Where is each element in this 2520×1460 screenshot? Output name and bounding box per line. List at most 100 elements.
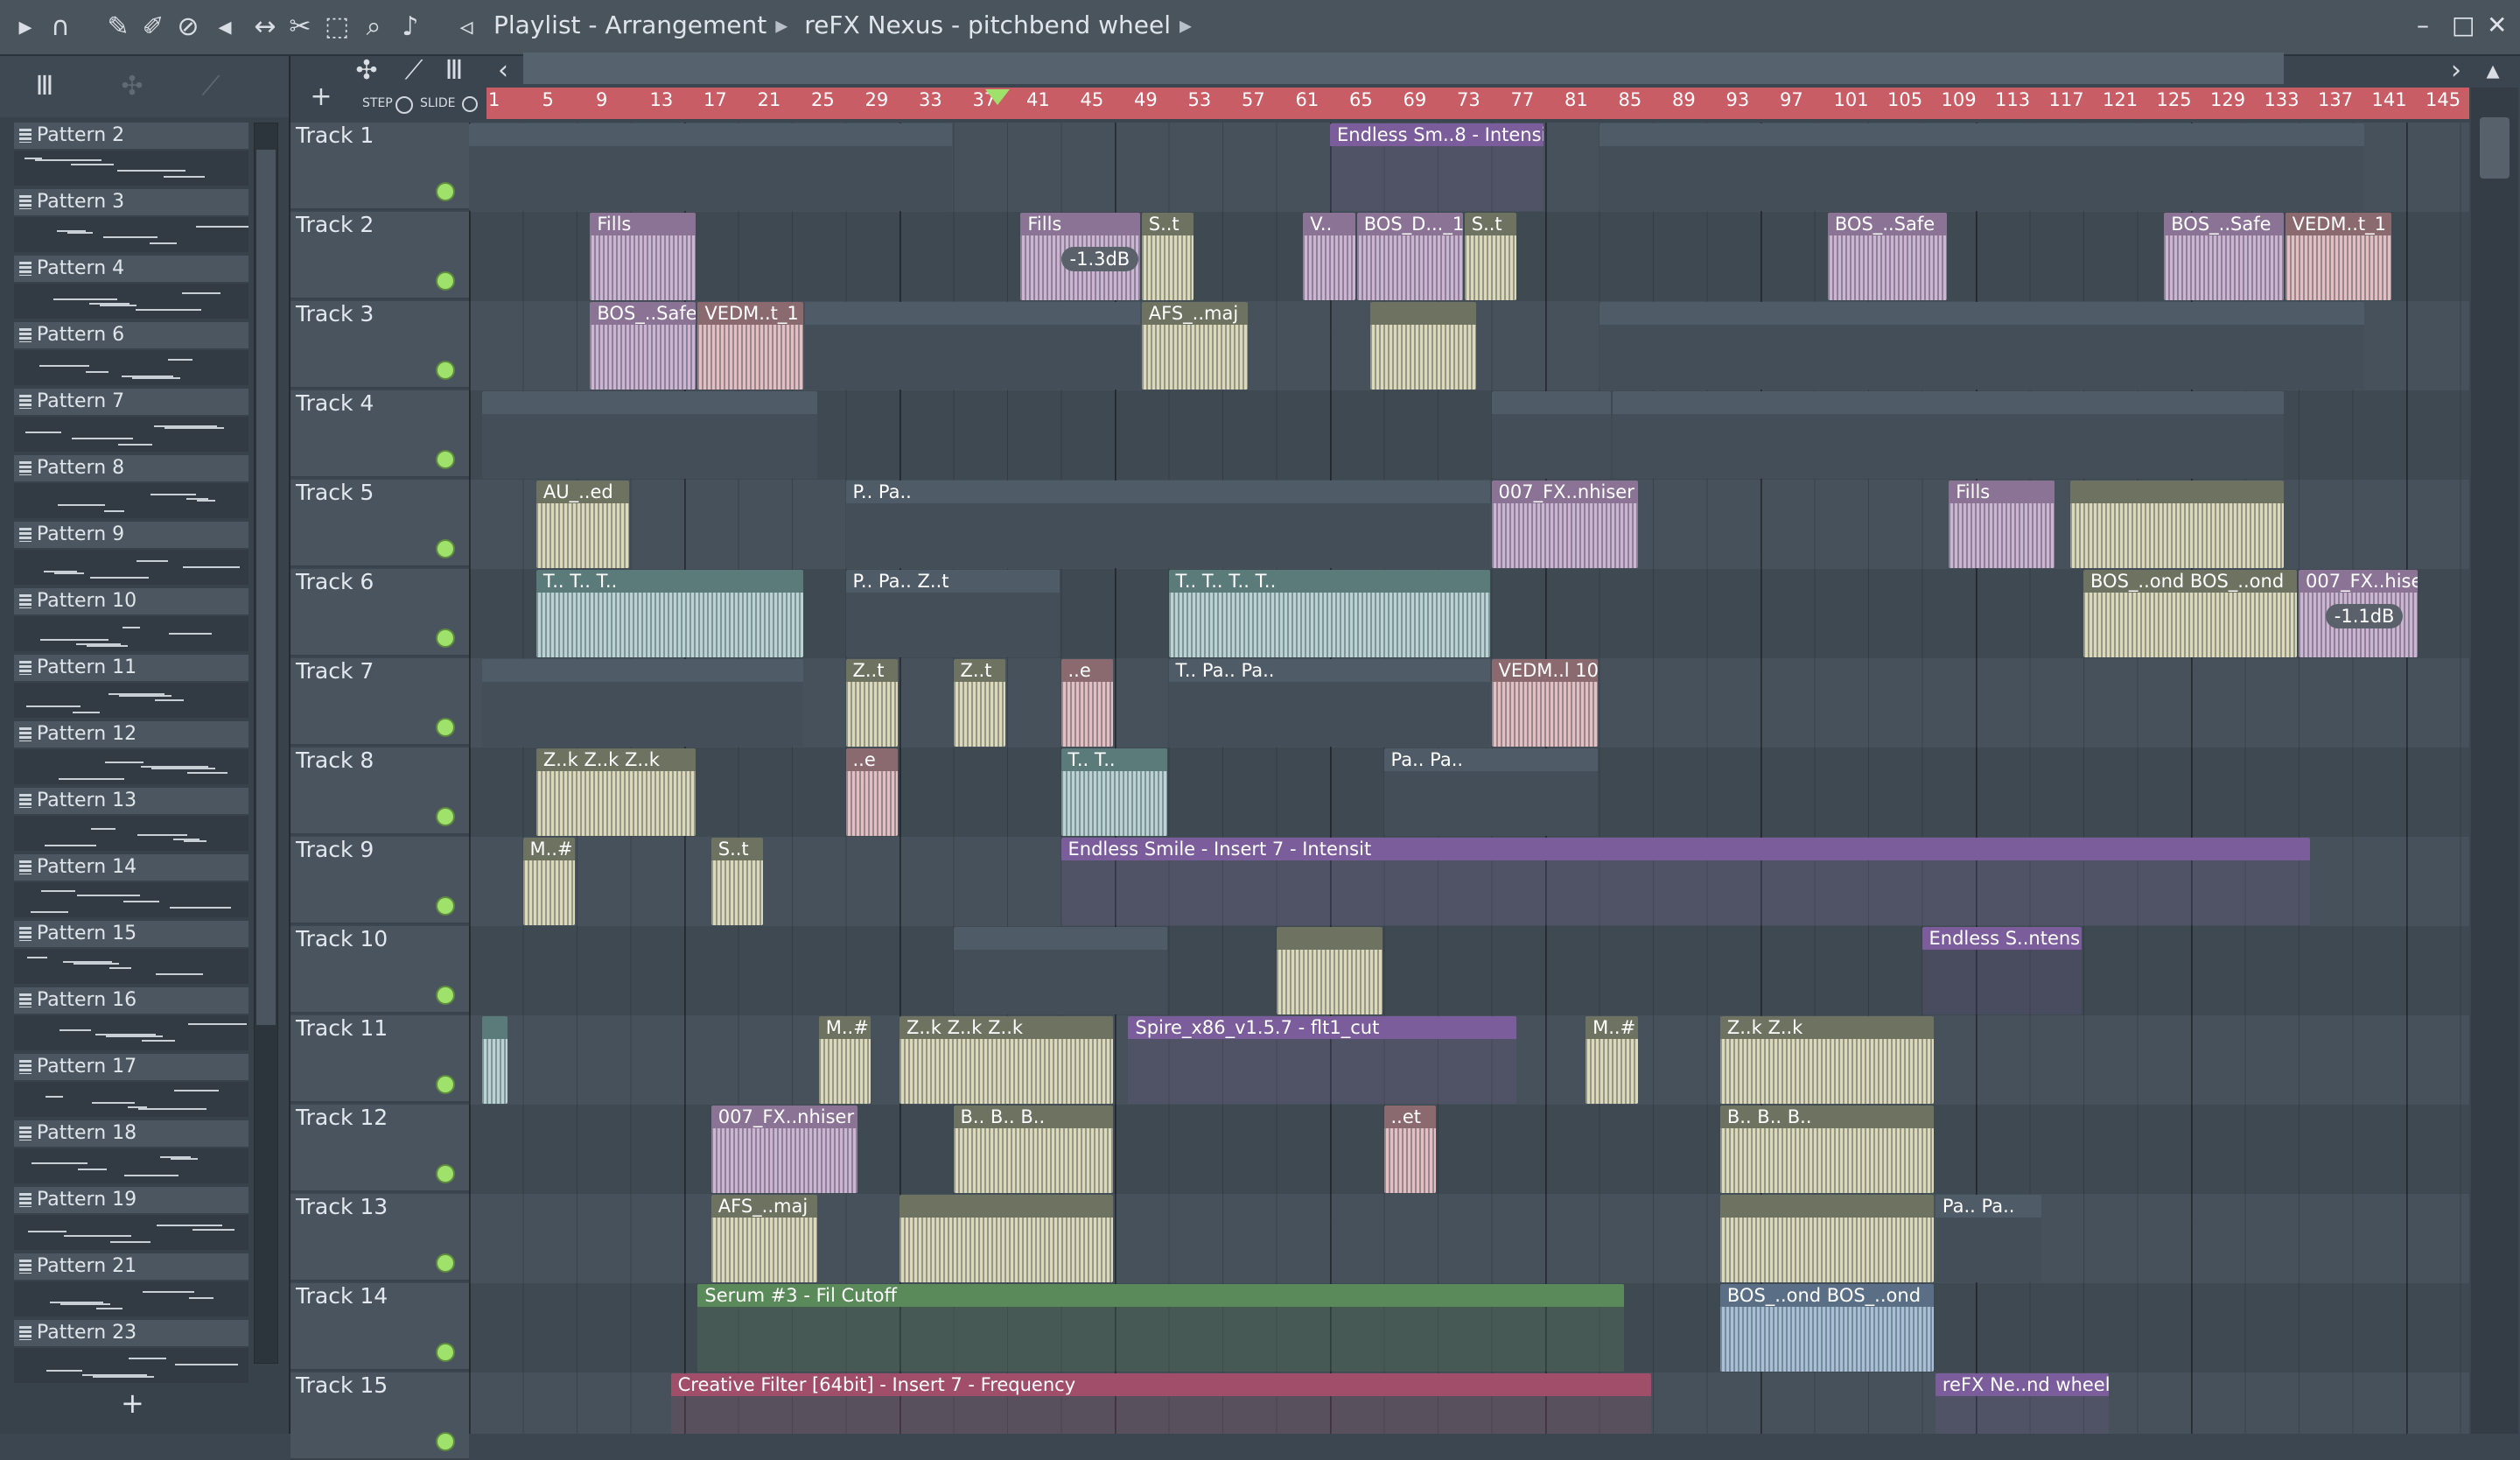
pattern-item[interactable]: Pattern 18 bbox=[14, 1120, 248, 1185]
playlist-overview[interactable] bbox=[523, 53, 2284, 84]
zoom-icon[interactable]: ⌕ bbox=[359, 12, 388, 42]
track-header[interactable]: Track 12 bbox=[290, 1105, 469, 1192]
pattern-item[interactable]: Pattern 9 bbox=[14, 522, 248, 586]
playlist-clip[interactable] bbox=[482, 391, 817, 479]
track-mute-led-icon[interactable] bbox=[438, 1344, 453, 1360]
playlist-clip[interactable]: VEDM..t_1 bbox=[2285, 213, 2391, 300]
pattern-item[interactable]: Pattern 3 bbox=[14, 189, 248, 254]
playlist-clip[interactable] bbox=[953, 927, 1167, 1014]
pattern-item[interactable]: Pattern 23 bbox=[14, 1320, 248, 1385]
playlist-clip[interactable]: Creative Filter [64bit] - Insert 7 - Fre… bbox=[670, 1373, 1651, 1434]
playlist-clip[interactable]: P.. Pa.. bbox=[845, 481, 1490, 568]
pattern-item[interactable]: Pattern 15 bbox=[14, 921, 248, 986]
playlist-clip[interactable] bbox=[1276, 927, 1382, 1014]
playlist-clip[interactable] bbox=[900, 1195, 1113, 1282]
magnet-icon[interactable]: ∩ bbox=[46, 12, 75, 42]
playlist-clip[interactable]: M..# bbox=[522, 838, 575, 925]
playlist-clip[interactable]: Serum #3 - Fil Cutoff bbox=[697, 1284, 1625, 1372]
playlist-clip[interactable]: Z..k Z..k Z..k bbox=[900, 1016, 1113, 1104]
playlist-clip[interactable]: BOS_D..._1 bbox=[1356, 213, 1463, 300]
track-header[interactable]: Track 11 bbox=[290, 1015, 469, 1103]
playlist-clip[interactable]: Pa.. Pa.. bbox=[1935, 1195, 2041, 1282]
playlist-clip[interactable]: Fills bbox=[1949, 481, 2055, 568]
pattern-item[interactable]: Pattern 4 bbox=[14, 256, 248, 320]
playlist-clip[interactable]: Fills bbox=[590, 213, 696, 300]
pattern-item[interactable]: Pattern 7 bbox=[14, 389, 248, 453]
playlist-clip[interactable] bbox=[1599, 123, 2364, 211]
track-mute-led-icon[interactable] bbox=[438, 273, 453, 289]
slide-toggle[interactable] bbox=[462, 96, 478, 112]
pattern-item[interactable]: Pattern 19 bbox=[14, 1187, 248, 1252]
pattern-item[interactable]: Pattern 14 bbox=[14, 854, 248, 919]
link-icon[interactable]: ⟋ bbox=[399, 56, 429, 86]
pattern-item[interactable]: Pattern 12 bbox=[14, 721, 248, 786]
playlist-clip[interactable]: BOS_..ond BOS_..ond bbox=[1719, 1284, 1934, 1372]
scroll-right-icon[interactable]: › bbox=[2441, 56, 2471, 86]
audio-view-icon[interactable]: ✣ bbox=[117, 72, 147, 102]
playlist-clip[interactable] bbox=[1612, 391, 2284, 479]
track-mute-led-icon[interactable] bbox=[438, 1434, 453, 1449]
playlist-clip[interactable]: Endless Smile - Insert 7 - Intensit bbox=[1060, 838, 2311, 925]
minimize-button[interactable]: – bbox=[2417, 11, 2429, 39]
playlist-clip[interactable]: M..# bbox=[1586, 1016, 1638, 1104]
track-header[interactable]: Track 7 bbox=[290, 658, 469, 746]
playlist-clip[interactable]: VEDM..t_1 bbox=[697, 302, 804, 390]
track-header[interactable]: Track 1 bbox=[290, 123, 469, 210]
scrollbar-thumb[interactable] bbox=[2480, 117, 2510, 179]
playlist-clip[interactable]: reFX Ne..nd wheel bbox=[1935, 1373, 2109, 1434]
playlist-clip[interactable]: T.. T.. T.. T.. bbox=[1168, 570, 1490, 657]
pattern-item[interactable]: Pattern 6 bbox=[14, 322, 248, 387]
playlist-clip[interactable]: BOS_..Safe bbox=[590, 302, 696, 390]
play-icon[interactable]: ▸ bbox=[10, 12, 40, 42]
playlist-clip[interactable]: S..t bbox=[1464, 213, 1517, 300]
select-icon[interactable]: ⬚ bbox=[322, 12, 352, 42]
slip-icon[interactable]: ↔ bbox=[250, 12, 280, 42]
snap-icon[interactable]: ✣ bbox=[352, 56, 382, 86]
track-header[interactable]: Track 14 bbox=[290, 1283, 469, 1371]
automation-view-icon[interactable]: ⟋ bbox=[196, 72, 226, 102]
pattern-item[interactable]: Pattern 10 bbox=[14, 588, 248, 653]
playlist-clip[interactable] bbox=[805, 302, 1140, 390]
playlist-clip[interactable]: AU_..ed bbox=[536, 481, 629, 568]
playlist-clip[interactable]: ..et bbox=[1383, 1106, 1436, 1193]
track-mute-led-icon[interactable] bbox=[438, 184, 453, 200]
pattern-item[interactable]: Pattern 16 bbox=[14, 987, 248, 1052]
playlist-clip[interactable] bbox=[2069, 481, 2284, 568]
pattern-item[interactable]: Pattern 8 bbox=[14, 455, 248, 520]
playlist-clip[interactable]: T.. Pa.. Pa.. bbox=[1168, 659, 1490, 747]
playlist-clip[interactable]: B.. B.. B.. bbox=[1719, 1106, 1934, 1193]
delete-icon[interactable]: ⊘ bbox=[173, 12, 203, 42]
playlist-clip[interactable]: AFS_..maj bbox=[1141, 302, 1248, 390]
stamp-icon[interactable]: Ⅲ bbox=[439, 56, 469, 86]
track-mute-led-icon[interactable] bbox=[438, 809, 453, 825]
playlist-clip[interactable] bbox=[1491, 391, 1611, 479]
pattern-item[interactable]: Pattern 21 bbox=[14, 1253, 248, 1318]
scroll-up-icon[interactable]: ▴ bbox=[2478, 56, 2508, 86]
track-mute-led-icon[interactable] bbox=[438, 541, 453, 557]
maximize-button[interactable]: □ bbox=[2452, 11, 2474, 39]
track-mute-led-icon[interactable] bbox=[438, 1255, 453, 1271]
playlist-clip[interactable]: Z..t bbox=[845, 659, 898, 747]
close-button[interactable]: ✕ bbox=[2487, 11, 2507, 39]
slice-icon[interactable]: ✂ bbox=[285, 12, 315, 42]
arrangement-grid[interactable]: Endless Sm..8 - Intensit Fills Fills S..t V.… bbox=[469, 123, 2469, 1434]
playlist-clip[interactable]: B.. B.. B.. bbox=[953, 1106, 1113, 1193]
playlist-clip[interactable]: ..e bbox=[845, 748, 898, 836]
track-header[interactable]: Track 8 bbox=[290, 748, 469, 835]
track-header[interactable]: Track 15 bbox=[290, 1372, 469, 1460]
playlist-clip[interactable]: S..t bbox=[1141, 213, 1194, 300]
pattern-item[interactable]: Pattern 13 bbox=[14, 788, 248, 853]
playlist-clip[interactable]: Endless S..ntensit bbox=[1922, 927, 2082, 1014]
track-mute-led-icon[interactable] bbox=[438, 898, 453, 914]
playlist-clip[interactable]: T.. T.. bbox=[1060, 748, 1167, 836]
mute-icon[interactable]: ◂ bbox=[210, 12, 240, 42]
playlist-clip[interactable] bbox=[1719, 1195, 1934, 1282]
playlist-menu-icon[interactable]: ◃ bbox=[452, 12, 481, 42]
vertical-scrollbar[interactable] bbox=[2471, 88, 2518, 1434]
scrollbar-thumb[interactable] bbox=[256, 150, 276, 1025]
playlist-clip[interactable]: 007_FX..nhiser bbox=[1491, 481, 1638, 568]
playlist-clip[interactable] bbox=[482, 659, 804, 747]
playlist-clip[interactable]: M..# bbox=[818, 1016, 872, 1104]
paint-icon[interactable]: ✐ bbox=[138, 12, 168, 42]
playlist-clip[interactable] bbox=[469, 123, 952, 211]
